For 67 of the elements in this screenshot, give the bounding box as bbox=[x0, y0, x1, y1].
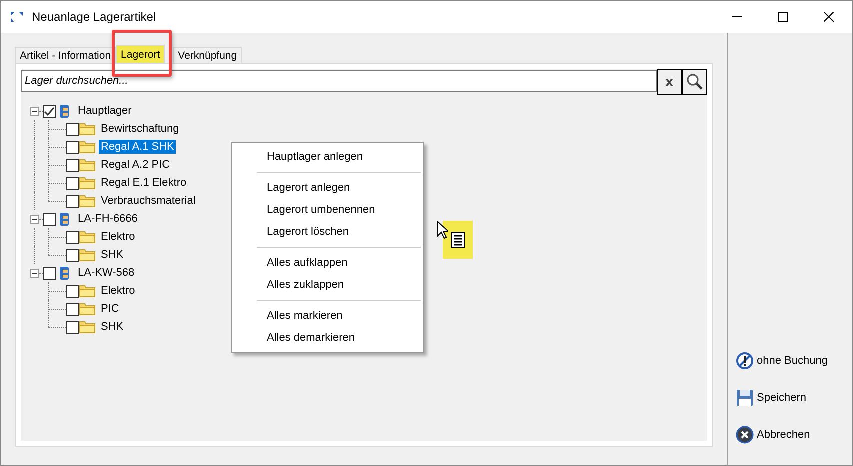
folder-icon bbox=[79, 320, 96, 334]
tree-item[interactable]: SHK bbox=[99, 320, 126, 334]
tree-item[interactable]: SHK bbox=[99, 248, 126, 262]
checkbox[interactable] bbox=[66, 122, 79, 136]
menu-item[interactable]: Lagerort anlegen bbox=[232, 177, 423, 199]
tab[interactable]: Verknüpfung bbox=[173, 47, 242, 63]
highlight-frame bbox=[112, 30, 172, 77]
menu-item[interactable]: Hauptlager anlegen bbox=[232, 146, 423, 168]
folder-icon bbox=[79, 122, 96, 136]
search-button[interactable] bbox=[682, 69, 707, 95]
collapse-toggle[interactable] bbox=[30, 268, 39, 278]
folder-icon bbox=[79, 230, 96, 244]
warehouse-icon bbox=[59, 212, 70, 226]
cancel-icon bbox=[736, 426, 754, 444]
warehouse-icon bbox=[59, 104, 70, 118]
warehouse-icon bbox=[59, 266, 70, 280]
tree-item[interactable]: Regal A.1 SHK bbox=[99, 140, 176, 154]
window-title: Neuanlage Lagerartikel bbox=[32, 10, 158, 24]
checkbox[interactable] bbox=[66, 176, 79, 190]
checkbox[interactable] bbox=[66, 248, 79, 262]
checkbox[interactable] bbox=[66, 158, 79, 172]
menu-item[interactable]: Alles demarkieren bbox=[232, 327, 423, 349]
menu-item[interactable]: Lagerort umbenennen bbox=[232, 199, 423, 221]
folder-icon bbox=[79, 248, 96, 262]
folder-icon bbox=[79, 176, 96, 190]
folder-icon bbox=[79, 194, 96, 208]
menu-item[interactable]: Alles aufklappen bbox=[232, 252, 423, 274]
checkbox[interactable] bbox=[66, 320, 79, 334]
document-icon bbox=[443, 221, 473, 259]
menu-item[interactable]: Alles markieren bbox=[232, 305, 423, 327]
collapse-toggle[interactable] bbox=[30, 106, 39, 116]
close-icon bbox=[824, 12, 834, 22]
checkbox[interactable] bbox=[43, 266, 56, 280]
checkbox[interactable] bbox=[43, 104, 56, 118]
action-button[interactable]: Abbrechen bbox=[736, 423, 852, 447]
tree-item[interactable]: Regal E.1 Elektro bbox=[99, 176, 189, 190]
checkbox[interactable] bbox=[66, 194, 79, 208]
tree-item[interactable]: LA-KW-568 bbox=[76, 266, 137, 280]
cursor-icon bbox=[437, 221, 448, 239]
maximize-icon bbox=[778, 12, 788, 22]
folder-icon bbox=[79, 158, 96, 172]
clear-button[interactable]: x bbox=[657, 69, 682, 95]
checkbox[interactable] bbox=[43, 212, 56, 226]
checkbox[interactable] bbox=[66, 140, 79, 154]
app-icon bbox=[10, 11, 24, 23]
checkbox[interactable] bbox=[66, 284, 79, 298]
action-button[interactable]: ohne Buchung bbox=[736, 349, 852, 373]
search-field[interactable]: Lager durchsuchen... bbox=[21, 70, 657, 92]
folder-icon bbox=[79, 284, 96, 298]
tree-item[interactable]: LA-FH-6666 bbox=[76, 212, 140, 226]
tab[interactable]: Lagerort bbox=[116, 45, 166, 63]
menu-item[interactable]: Lagerort löschen bbox=[232, 221, 423, 243]
tree-item[interactable]: Bewirtschaftung bbox=[99, 122, 182, 136]
menu-item[interactable]: Alles zuklappen bbox=[232, 274, 423, 296]
checkbox[interactable] bbox=[66, 230, 79, 244]
tree-item[interactable]: PIC bbox=[99, 302, 122, 316]
tree-item[interactable]: Hauptlager bbox=[76, 104, 134, 118]
tree-item[interactable]: Regal A.2 PIC bbox=[99, 158, 172, 172]
tree-item[interactable]: Verbrauchsmaterial bbox=[99, 194, 198, 208]
action-button[interactable]: Speichern bbox=[736, 386, 852, 410]
no-booking-icon bbox=[736, 352, 754, 370]
tree-item[interactable]: Elektro bbox=[99, 230, 138, 244]
folder-icon bbox=[79, 302, 96, 316]
folder-icon bbox=[79, 140, 96, 154]
collapse-toggle[interactable] bbox=[30, 214, 39, 224]
tree-item[interactable]: Elektro bbox=[99, 284, 138, 298]
checkbox[interactable] bbox=[66, 302, 79, 316]
